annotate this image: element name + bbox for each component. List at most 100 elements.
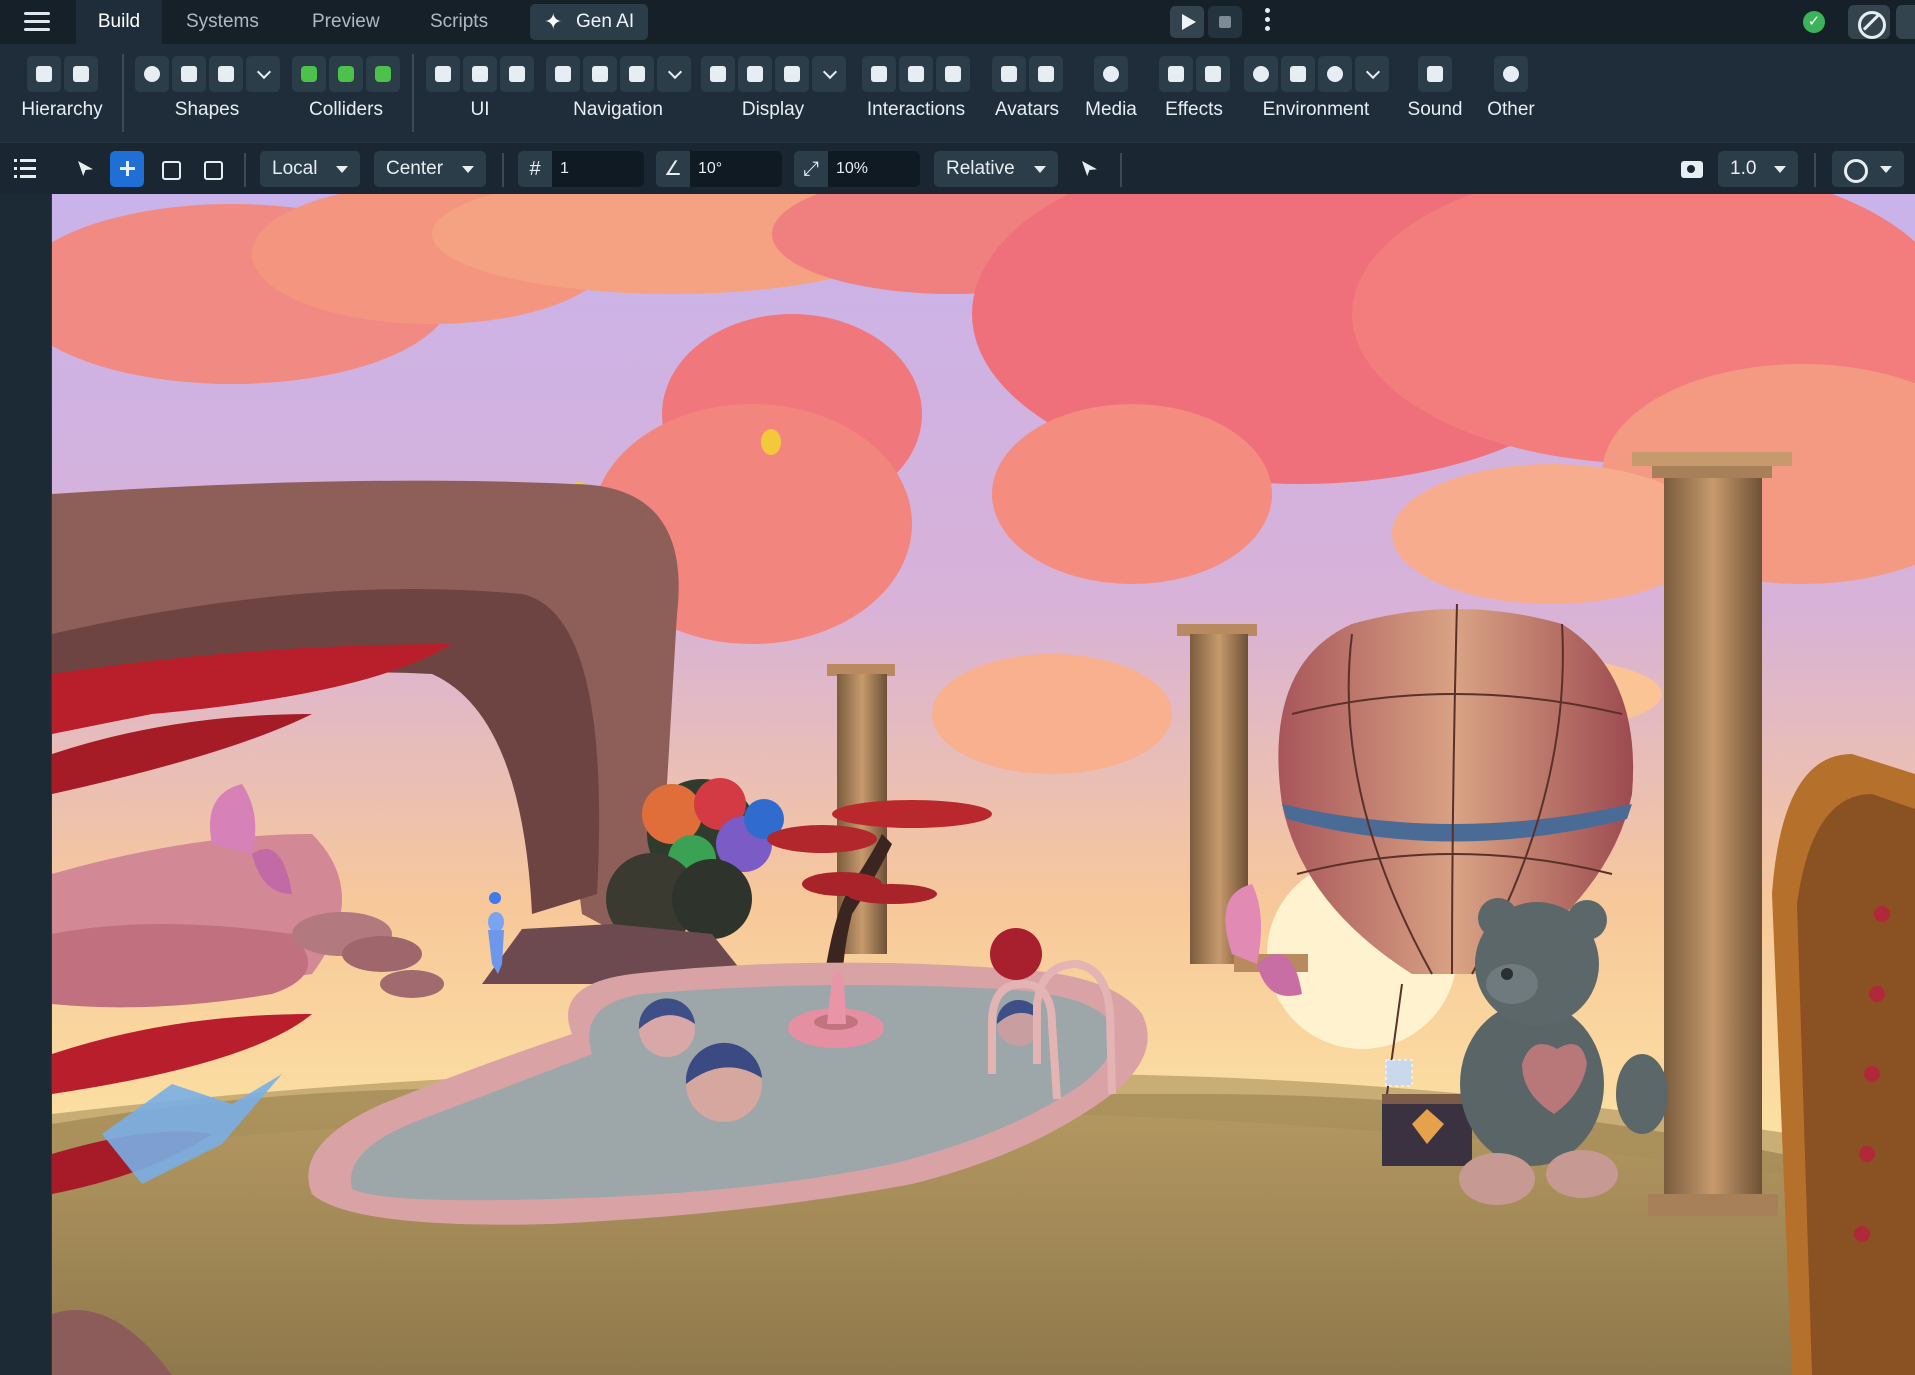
- ribbon-label-hierarchy[interactable]: Hierarchy: [8, 99, 116, 121]
- ribbon-group-shapes: Shapes: [128, 44, 286, 142]
- camera-icon[interactable]: [1681, 161, 1703, 178]
- billboard-icon[interactable]: [774, 56, 809, 92]
- speaker-icon[interactable]: [1418, 56, 1452, 92]
- snap-mode-dropdown[interactable]: Relative: [934, 151, 1058, 187]
- grid-snap-icon: #: [518, 151, 552, 187]
- toolbar-divider: [502, 153, 504, 187]
- more-options-icon[interactable]: [1257, 8, 1277, 36]
- tab-systems[interactable]: Systems: [186, 0, 259, 44]
- layers-icon[interactable]: [63, 56, 98, 92]
- capsule-collider-icon[interactable]: [366, 56, 400, 92]
- selected-object-marker[interactable]: [1385, 1059, 1413, 1087]
- ribbon-label-interactions[interactable]: Interactions: [850, 99, 982, 121]
- ribbon-group-media: Media: [1072, 44, 1150, 142]
- avatar-icon[interactable]: [991, 56, 1026, 92]
- microphone-icon[interactable]: [1094, 56, 1128, 92]
- left-rail: [0, 194, 52, 1375]
- ribbon-group-navigation: Navigation: [540, 44, 696, 142]
- surface-snap-icon[interactable]: [1072, 151, 1106, 187]
- ribbon-label-media[interactable]: Media: [1072, 99, 1150, 121]
- grab-icon[interactable]: [899, 56, 933, 92]
- scale-snap-field[interactable]: ⤢ 10%: [794, 151, 920, 187]
- sphere-collider-icon[interactable]: [329, 56, 363, 92]
- text-icon[interactable]: [500, 56, 534, 92]
- ribbon-group-sound: Sound: [1394, 44, 1476, 142]
- cube-icon[interactable]: [171, 56, 206, 92]
- cloud-icon[interactable]: [1317, 56, 1352, 92]
- camera-speed-dropdown[interactable]: 1.0: [1718, 151, 1798, 187]
- ribbon-label-effects[interactable]: Effects: [1150, 99, 1238, 121]
- sun-icon[interactable]: [1243, 56, 1278, 92]
- ribbon-label-colliders[interactable]: Colliders: [288, 99, 404, 121]
- stop-button[interactable]: [1208, 6, 1242, 38]
- ribbon-group-effects: Effects: [1150, 44, 1238, 142]
- ui-image-icon[interactable]: [463, 56, 497, 92]
- cylinder-icon[interactable]: [208, 56, 243, 92]
- sparkle-icon[interactable]: [1158, 56, 1193, 92]
- toolbar-divider: [1120, 153, 1122, 187]
- ribbon-group-environment: Environment: [1238, 44, 1394, 142]
- gen-ai-label: Gen AI: [576, 11, 635, 32]
- move-tool-icon[interactable]: [110, 151, 144, 187]
- chevron-down-icon[interactable]: [1354, 56, 1389, 92]
- ribbon-label-ui[interactable]: UI: [420, 99, 540, 121]
- chevron-down-icon[interactable]: [811, 56, 846, 92]
- proximity-icon[interactable]: [936, 56, 970, 92]
- box-collider-icon[interactable]: [292, 56, 326, 92]
- other-components-icon[interactable]: [1494, 56, 1528, 92]
- tab-build[interactable]: Build: [76, 0, 162, 44]
- space-dropdown[interactable]: Local: [260, 151, 360, 187]
- trophy-icon[interactable]: [737, 56, 772, 92]
- ribbon-label-other[interactable]: Other: [1476, 99, 1546, 121]
- transform-toolbar: Local Center # 1 ∠ 10° ⤢ 10% Relative 1.…: [0, 142, 1915, 194]
- chevron-down-icon[interactable]: [656, 56, 691, 92]
- tab-preview[interactable]: Preview: [312, 0, 380, 44]
- scale-tool-icon[interactable]: [194, 151, 228, 187]
- saved-status-icon: ✓: [1803, 11, 1825, 33]
- pivot-dropdown[interactable]: Center: [374, 151, 486, 187]
- door-icon[interactable]: [582, 56, 617, 92]
- angle-snap-icon: ∠: [656, 151, 690, 187]
- sphere-icon[interactable]: [134, 56, 169, 92]
- ribbon-group-ui: UI: [420, 44, 540, 142]
- play-button[interactable]: [1170, 6, 1204, 38]
- spawn-point-icon[interactable]: [545, 56, 580, 92]
- select-tool-icon[interactable]: [68, 151, 102, 187]
- ribbon-group-interactions: Interactions: [850, 44, 982, 142]
- ribbon-label-navigation[interactable]: Navigation: [540, 99, 696, 121]
- tab-scripts[interactable]: Scripts: [430, 0, 488, 44]
- edge-panel-button[interactable]: [1896, 5, 1915, 39]
- npc-icon[interactable]: [1028, 56, 1063, 92]
- hierarchy-list-icon[interactable]: [14, 159, 36, 179]
- ribbon-divider: [122, 54, 124, 132]
- leaderboard-icon[interactable]: [700, 56, 735, 92]
- rotate-tool-icon[interactable]: [152, 151, 186, 187]
- rotate-snap-field[interactable]: ∠ 10°: [656, 151, 782, 187]
- ribbon-label-sound[interactable]: Sound: [1394, 99, 1476, 121]
- teleport-icon[interactable]: [619, 56, 654, 92]
- grid-snap-value: 1: [560, 160, 569, 177]
- publish-world-button[interactable]: [1848, 5, 1890, 39]
- ribbon-divider: [412, 54, 414, 132]
- scene-viewport[interactable]: [52, 194, 1915, 1375]
- toolbar-divider: [244, 153, 246, 187]
- add-object-icon[interactable]: [26, 56, 61, 92]
- ribbon-group-display: Display: [696, 44, 850, 142]
- ribbon-label-display[interactable]: Display: [696, 99, 850, 121]
- particles-icon[interactable]: [1195, 56, 1230, 92]
- ribbon-label-shapes[interactable]: Shapes: [128, 99, 286, 121]
- component-ribbon: Hierarchy Shapes Colliders UI Navigation…: [0, 44, 1915, 142]
- ribbon-label-environment[interactable]: Environment: [1238, 99, 1394, 121]
- scale-snap-icon: ⤢: [794, 151, 828, 187]
- chevron-down-icon[interactable]: [245, 56, 280, 92]
- sparkle-icon: ✦: [544, 9, 563, 34]
- trigger-icon[interactable]: [862, 56, 896, 92]
- main-menu-icon[interactable]: [24, 12, 50, 32]
- grid-snap-field[interactable]: # 1: [518, 151, 644, 187]
- ribbon-label-avatars[interactable]: Avatars: [982, 99, 1072, 121]
- lightning-icon[interactable]: [1280, 56, 1315, 92]
- top-nav-bar: Build Systems Preview Scripts ✦ Gen AI ✓: [0, 0, 1915, 44]
- ui-panel-icon[interactable]: [426, 56, 460, 92]
- render-mode-dropdown[interactable]: [1832, 151, 1904, 187]
- gen-ai-button[interactable]: ✦ Gen AI: [530, 4, 649, 40]
